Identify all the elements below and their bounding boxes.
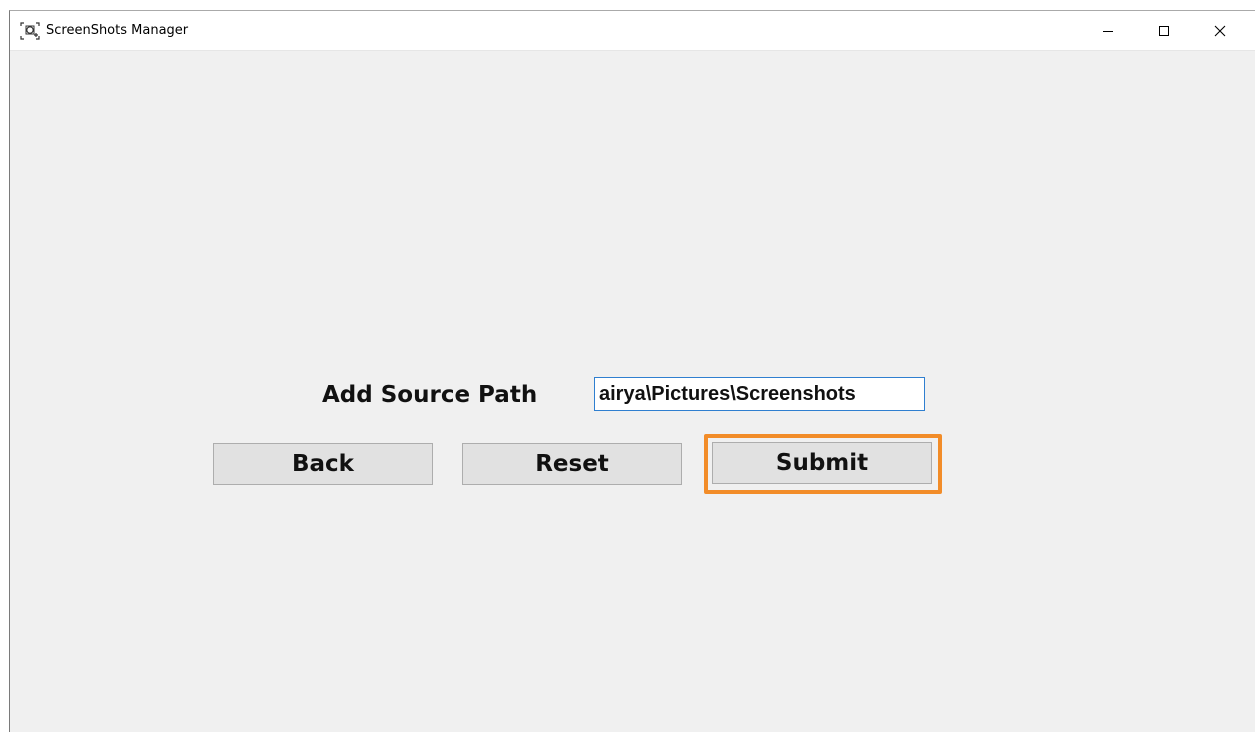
maximize-button[interactable] — [1141, 11, 1187, 51]
source-path-input[interactable] — [594, 377, 925, 411]
window-title: ScreenShots Manager — [46, 23, 189, 38]
minimize-icon — [1102, 22, 1114, 41]
close-button[interactable] — [1197, 11, 1243, 51]
title-bar[interactable]: ScreenShots Manager — [10, 11, 1255, 51]
screenshot-capture-icon — [20, 22, 40, 40]
maximize-icon — [1158, 22, 1170, 41]
source-path-label: Add Source Path — [322, 382, 538, 408]
submit-button[interactable]: Submit — [712, 442, 932, 484]
reset-button[interactable]: Reset — [462, 443, 682, 485]
minimize-button[interactable] — [1085, 11, 1131, 51]
close-icon — [1214, 22, 1226, 41]
app-window: ScreenShots Manager Add Source Path Back… — [9, 10, 1255, 732]
back-button[interactable]: Back — [213, 443, 433, 485]
